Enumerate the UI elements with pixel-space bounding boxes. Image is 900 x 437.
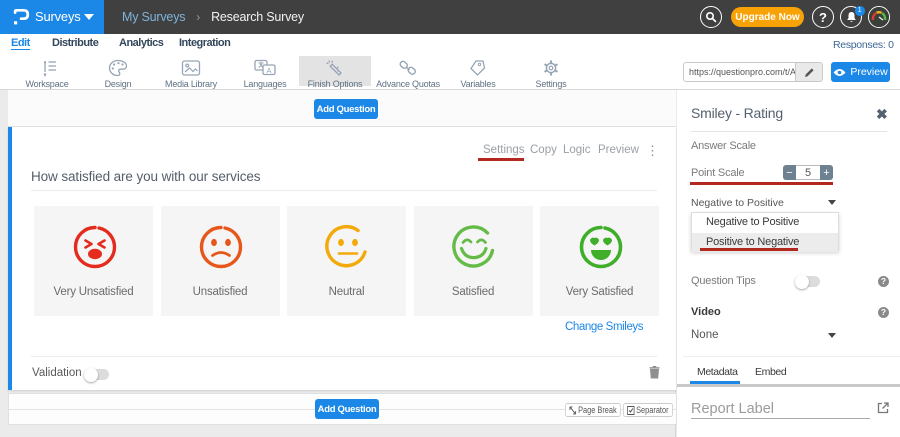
- svg-text:A: A: [266, 66, 271, 75]
